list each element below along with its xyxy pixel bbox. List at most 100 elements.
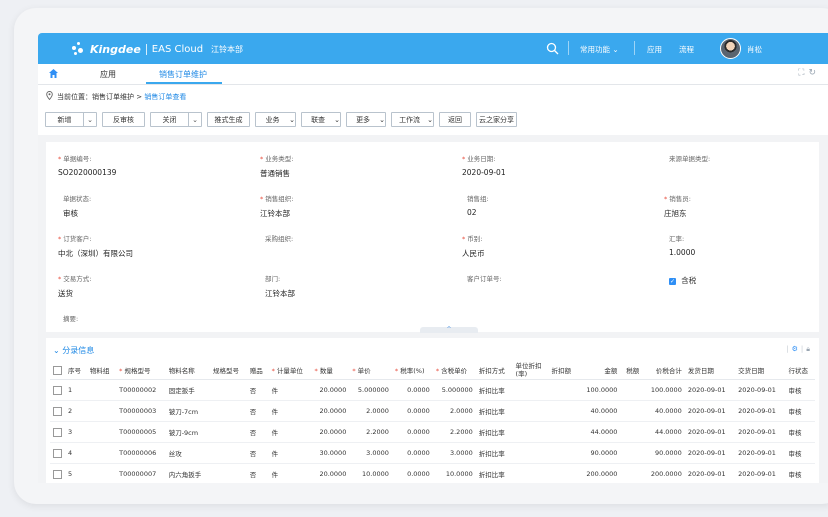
- table-cell[interactable]: 90.0000: [642, 442, 685, 464]
- table-cell[interactable]: [620, 463, 643, 483]
- table-cell[interactable]: 折扣比率: [475, 379, 513, 401]
- sale-org-value[interactable]: 江铃本部: [260, 208, 460, 219]
- refresh-icon[interactable]: ↻: [808, 68, 820, 78]
- breadcrumb-parent[interactable]: 销售订单维护: [92, 93, 134, 101]
- table-cell[interactable]: 2020-09-01: [684, 421, 736, 443]
- table-row[interactable]: 3 T00000005 铍刀-9cm 否件 20.0000 2.2000 0.0000 2.2…: [50, 421, 815, 443]
- table-cell[interactable]: 2020-09-01: [684, 379, 736, 401]
- select-all-checkbox[interactable]: [53, 365, 62, 375]
- table-cell[interactable]: [548, 463, 578, 483]
- biz-type-value[interactable]: 普通销售: [260, 168, 460, 179]
- table-cell[interactable]: 折扣比率: [475, 421, 513, 443]
- table-cell[interactable]: 0.0000: [391, 421, 433, 443]
- table-cell[interactable]: 否: [246, 400, 269, 422]
- table-cell[interactable]: [209, 400, 247, 422]
- table-cell[interactable]: 铍刀-7cm: [165, 400, 210, 422]
- table-cell[interactable]: 2020-09-01: [735, 379, 786, 401]
- table-cell[interactable]: 40.0000: [577, 400, 621, 422]
- table-cell[interactable]: T00000007: [116, 463, 166, 483]
- unaudit-button[interactable]: 反审核: [102, 112, 145, 127]
- table-cell[interactable]: 2020-09-01: [735, 442, 786, 464]
- workflow-menu[interactable]: 流程: [679, 44, 694, 55]
- table-cell[interactable]: 2020-09-01: [684, 442, 736, 464]
- table-cell[interactable]: 0.0000: [391, 463, 433, 483]
- table-cell[interactable]: [512, 400, 549, 422]
- add-button[interactable]: 新增 ⌄: [45, 112, 97, 127]
- table-cell[interactable]: 件: [268, 442, 312, 464]
- table-cell[interactable]: [86, 442, 117, 464]
- table-cell[interactable]: 丝攻: [165, 442, 210, 464]
- tab-sales-order-maintenance[interactable]: 销售订单维护: [159, 69, 207, 80]
- biz-date-value[interactable]: 2020-09-01: [462, 168, 662, 177]
- collapse-header-button[interactable]: ^: [420, 327, 478, 333]
- table-cell[interactable]: 30.0000: [311, 442, 350, 464]
- lock-icon[interactable]: 🔒︎: [806, 345, 813, 353]
- table-cell[interactable]: 件: [268, 463, 312, 483]
- common-functions-menu[interactable]: 常用功能 ⌄: [580, 44, 619, 55]
- table-cell[interactable]: 20.0000: [311, 421, 350, 443]
- table-cell[interactable]: [548, 400, 578, 422]
- table-cell[interactable]: [209, 421, 247, 443]
- table-cell[interactable]: 1: [65, 379, 87, 401]
- row-checkbox[interactable]: [53, 448, 62, 458]
- table-cell[interactable]: 铍刀-9cm: [165, 421, 210, 443]
- business-menu-button[interactable]: 业务 ⌄: [255, 112, 296, 127]
- table-cell[interactable]: 2.0000: [432, 400, 476, 422]
- table-cell[interactable]: 折扣比率: [475, 463, 513, 483]
- table-cell[interactable]: [86, 421, 117, 443]
- table-cell[interactable]: [512, 463, 549, 483]
- table-row[interactable]: 5 T00000007 内六角扳手否件 20.0000 10.0000 0.0000 10.…: [50, 463, 815, 483]
- more-menu-button[interactable]: 更多 ⌄: [346, 112, 386, 127]
- table-cell[interactable]: 件: [268, 421, 312, 443]
- table-cell[interactable]: [620, 421, 643, 443]
- row-checkbox[interactable]: [53, 385, 62, 395]
- table-cell[interactable]: 件: [268, 379, 312, 401]
- table-cell[interactable]: 审核: [785, 463, 815, 483]
- table-cell[interactable]: 3: [65, 421, 87, 443]
- settings-icon[interactable]: ⚙: [792, 345, 801, 353]
- table-cell[interactable]: 2.2000: [432, 421, 476, 443]
- home-icon[interactable]: [48, 68, 59, 79]
- table-cell[interactable]: 审核: [785, 442, 815, 464]
- table-cell[interactable]: 0.0000: [391, 379, 433, 401]
- table-cell[interactable]: 20.0000: [311, 400, 350, 422]
- push-generate-button[interactable]: 推式生成: [207, 112, 250, 127]
- table-cell[interactable]: 固定扳手: [165, 379, 210, 401]
- table-cell[interactable]: 否: [246, 463, 269, 483]
- table-cell[interactable]: 2020-09-01: [684, 463, 736, 483]
- table-cell[interactable]: 200.0000: [642, 463, 685, 483]
- table-cell[interactable]: [548, 421, 578, 443]
- table-cell[interactable]: 10.0000: [432, 463, 476, 483]
- row-checkbox[interactable]: [53, 469, 62, 479]
- query-menu-button[interactable]: 联查 ⌄: [301, 112, 341, 127]
- table-cell[interactable]: [209, 442, 247, 464]
- dept-value[interactable]: 江铃本部: [265, 288, 465, 299]
- table-cell[interactable]: [512, 442, 549, 464]
- rate-value[interactable]: 1.0000: [669, 248, 828, 257]
- avatar[interactable]: [720, 38, 741, 59]
- close-button[interactable]: 关闭 ⌄: [150, 112, 202, 127]
- table-cell[interactable]: T00000006: [116, 442, 166, 464]
- tax-included-checkbox[interactable]: ✓: [669, 277, 676, 285]
- expand-icon[interactable]: ⛶: [798, 68, 808, 78]
- table-cell[interactable]: [512, 379, 549, 401]
- table-cell[interactable]: 审核: [785, 379, 815, 401]
- table-cell[interactable]: 4: [65, 442, 87, 464]
- table-cell[interactable]: 5.000000: [349, 379, 392, 401]
- tab-apps[interactable]: 应用: [100, 69, 116, 80]
- table-cell[interactable]: T00000005: [116, 421, 166, 443]
- table-cell[interactable]: 100.0000: [577, 379, 621, 401]
- table-cell[interactable]: T00000002: [116, 379, 166, 401]
- sale-group-value[interactable]: 02: [467, 208, 667, 217]
- table-cell[interactable]: 否: [246, 421, 269, 443]
- table-cell[interactable]: 2.0000: [349, 400, 392, 422]
- search-icon[interactable]: [546, 42, 559, 55]
- row-checkbox[interactable]: [53, 427, 62, 437]
- table-cell[interactable]: [86, 463, 117, 483]
- salesman-value[interactable]: 庄旭东: [664, 208, 828, 219]
- table-cell[interactable]: 2020-09-01: [735, 421, 786, 443]
- table-cell[interactable]: 内六角扳手: [165, 463, 210, 483]
- table-cell[interactable]: 审核: [785, 421, 815, 443]
- table-cell[interactable]: 40.0000: [642, 400, 685, 422]
- currency-value[interactable]: 人民币: [462, 248, 662, 259]
